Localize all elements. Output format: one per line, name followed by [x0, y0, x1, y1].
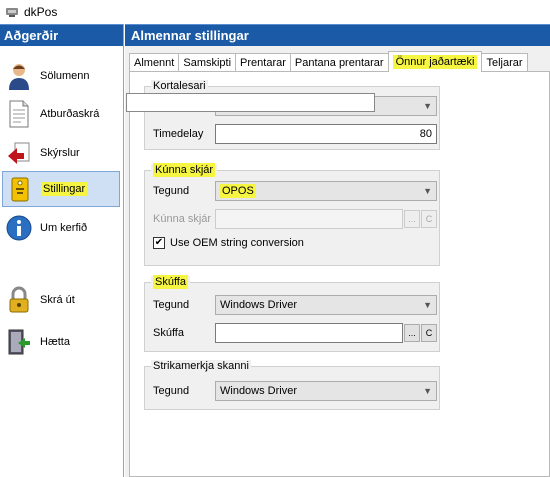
group-title: Strikamerkja skanni	[151, 360, 251, 372]
sidebar-item-stillingar[interactable]: Stillingar	[2, 171, 120, 207]
document-icon	[4, 99, 34, 129]
chevron-down-icon: ▼	[423, 386, 432, 396]
skuffa-row: Skúffa ... C	[153, 323, 437, 343]
overlay-input[interactable]	[126, 93, 375, 112]
sidebar-item-label: Skrá út	[40, 294, 75, 306]
group-title: Kortalesari	[151, 80, 208, 92]
browse-button[interactable]: ...	[404, 324, 420, 342]
sidebar-item-atburdaskra[interactable]: Atburðaskrá	[2, 96, 120, 132]
sidebar-item-label: Um kerfið	[40, 222, 88, 234]
timedelay-row: Timedelay 80	[153, 124, 437, 144]
group-strikamerkja-skanni: Strikamerkja skanni Tegund Windows Drive…	[144, 360, 440, 410]
tab-onnur-jadartaeki[interactable]: Önnur jaðartæki	[387, 51, 483, 72]
sidebar-item-label: Atburðaskrá	[40, 108, 100, 120]
group-title: Skúffa	[153, 275, 188, 289]
group-kunna-skjar: Kúnna skjár Tegund OPOS ▼ Kúnna skjár ..…	[144, 163, 440, 266]
arrow-back-icon	[4, 138, 34, 168]
skuffa-label: Skúffa	[153, 327, 184, 339]
sidebar-item-solumenn[interactable]: Sölumenn	[2, 58, 120, 94]
page-title: Almennar stillingar	[125, 24, 550, 46]
sidebar-header: Aðgerðir	[0, 24, 123, 46]
skuffa-tegund-dropdown[interactable]: Windows Driver ▼	[215, 295, 437, 315]
tab-almennt[interactable]: Almennt	[129, 53, 180, 72]
sidebar-item-label: Sölumenn	[40, 70, 90, 82]
kunna-skjar-row: Kúnna skjár ... C	[153, 209, 437, 229]
sidebar-item-label: Skýrslur	[40, 147, 80, 159]
timedelay-label: Timedelay	[153, 128, 204, 140]
exit-door-icon	[4, 327, 34, 357]
sidebar-item-skyrslur[interactable]: Skýrslur	[2, 135, 120, 171]
tab-teljarar[interactable]: Teljarar	[481, 53, 528, 72]
oem-checkbox-row[interactable]: ✔ Use OEM string conversion	[153, 237, 304, 249]
chevron-down-icon: ▼	[423, 101, 432, 111]
skuffa-field[interactable]	[215, 323, 403, 343]
sidebar-item-label: Hætta	[40, 336, 70, 348]
strikamerkja-tegund-dropdown[interactable]: Windows Driver ▼	[215, 381, 437, 401]
chevron-down-icon: ▼	[423, 300, 432, 310]
group-skuffa: Skúffa Tegund Windows Driver ▼ Skúffa ..…	[144, 275, 440, 352]
dropdown-value: OPOS	[220, 184, 256, 198]
chevron-down-icon: ▼	[423, 186, 432, 196]
tab-label: Önnur jaðartæki	[392, 55, 478, 69]
dropdown-value: Windows Driver	[220, 385, 298, 397]
kunna-skjar-label: Kúnna skjár	[153, 213, 212, 225]
clear-button: C	[421, 210, 437, 228]
kunna-skjar-picker: ... C	[215, 209, 437, 229]
oem-checkbox-label: Use OEM string conversion	[170, 237, 304, 249]
app-icon	[5, 5, 19, 19]
kunna-tegund-dropdown[interactable]: OPOS ▼	[215, 181, 437, 201]
settings-tag-icon	[5, 174, 35, 204]
title-bar: dkPos	[0, 0, 550, 24]
tegund-label: Tegund	[153, 299, 190, 311]
tegund-label: Tegund	[153, 385, 190, 397]
window-title: dkPos	[24, 5, 58, 19]
group-title: Kúnna skjár	[153, 163, 216, 177]
lock-icon	[4, 285, 34, 315]
browse-button: ...	[404, 210, 420, 228]
tab-panel: Kortalesari ▼ Timedelay 80 Kúnna skjár T…	[129, 71, 550, 477]
skuffa-tegund-row: Tegund Windows Driver ▼	[153, 295, 437, 315]
sidebar-item-label: Stillingar	[41, 182, 88, 196]
sidebar-item-um-kerfid[interactable]: Um kerfið	[2, 210, 120, 246]
tab-pantana-prentarar[interactable]: Pantana prentarar	[289, 53, 389, 72]
tegund-label: Tegund	[153, 185, 190, 197]
tab-prentarar[interactable]: Prentarar	[235, 53, 291, 72]
skuffa-picker: ... C	[215, 323, 437, 343]
tab-strip: Almennt Samskipti Prentarar Pantana pren…	[129, 51, 528, 72]
sidebar-item-skra-ut[interactable]: Skrá út	[2, 282, 120, 318]
kunna-tegund-row: Tegund OPOS ▼	[153, 181, 437, 201]
dropdown-value: Windows Driver	[220, 299, 298, 311]
oem-checkbox[interactable]: ✔	[153, 237, 165, 249]
timedelay-input[interactable]: 80	[215, 124, 437, 144]
clear-button[interactable]: C	[421, 324, 437, 342]
sidebar-item-haetta[interactable]: Hætta	[2, 324, 120, 360]
kunna-skjar-field	[215, 209, 403, 229]
person-icon	[4, 61, 34, 91]
info-icon	[4, 213, 34, 243]
tab-samskipti[interactable]: Samskipti	[178, 53, 237, 72]
main-panel: Almennar stillingar Almennt Samskipti Pr…	[125, 24, 550, 477]
sidebar: Aðgerðir Sölumenn Atburðaskrá Skýrslur S…	[0, 24, 124, 477]
strikamerkja-tegund-row: Tegund Windows Driver ▼	[153, 381, 437, 401]
